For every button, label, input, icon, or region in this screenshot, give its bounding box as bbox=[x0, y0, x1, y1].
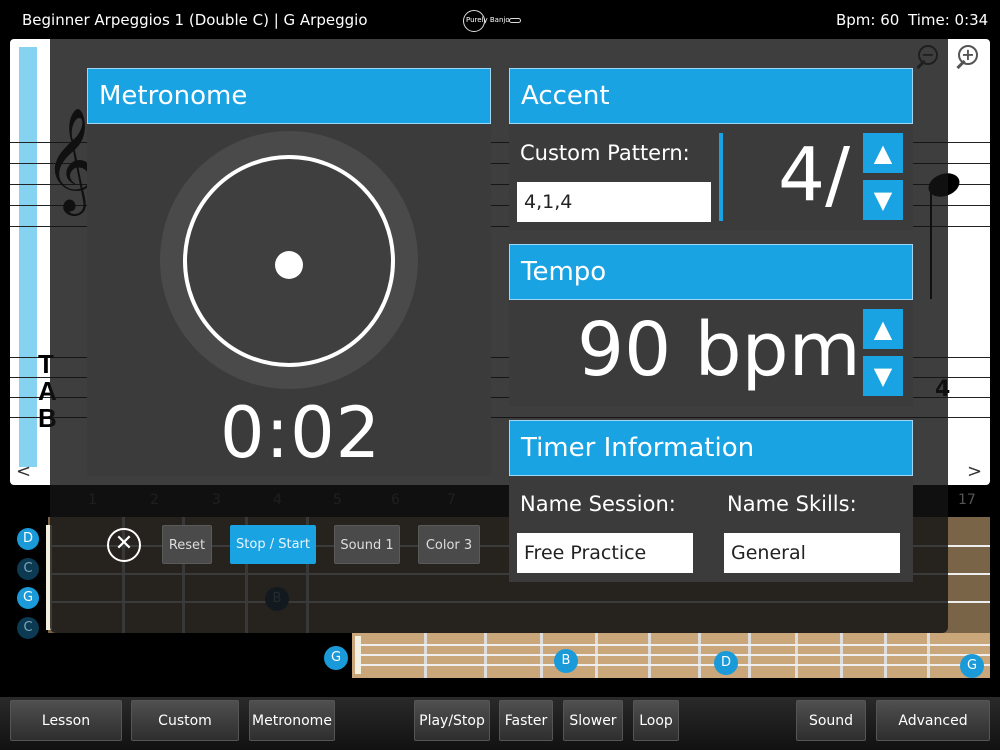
skills-name-input[interactable]: General bbox=[724, 533, 900, 573]
top-bar: Beginner Arpeggios 1 (Double C) | G Arpe… bbox=[0, 0, 1000, 42]
sound-button[interactable]: Sound bbox=[796, 700, 866, 741]
accent-divider bbox=[719, 133, 723, 221]
logo-text: Purely Banjo bbox=[466, 16, 510, 24]
play-stop-button[interactable]: Play/Stop bbox=[414, 700, 490, 741]
bottom-toolbar: Lesson Selector Custom Lesson Metronome … bbox=[0, 697, 1000, 750]
string-label-c[interactable]: C bbox=[17, 617, 39, 639]
beat-indicator-dot bbox=[275, 251, 303, 279]
timer-info-header: Timer Information bbox=[509, 420, 913, 476]
accent-down-button[interactable]: ▼ bbox=[863, 180, 903, 220]
accent-beats: 4/ bbox=[778, 132, 851, 218]
app-root: { "topbar": { "lesson_title": "Beginner … bbox=[0, 0, 1000, 750]
color3-button[interactable]: Color 3 bbox=[418, 525, 480, 564]
slower-button[interactable]: Slower bbox=[563, 700, 623, 741]
string-label-c[interactable]: C bbox=[17, 558, 39, 580]
reset-button[interactable]: Reset bbox=[162, 525, 212, 564]
tab-position-bar[interactable] bbox=[19, 47, 37, 467]
faster-button[interactable]: Faster bbox=[499, 700, 553, 741]
fret-number: 17 bbox=[958, 492, 976, 508]
advanced-button[interactable]: Advanced bbox=[876, 700, 990, 741]
stop-start-button[interactable]: Stop / Start bbox=[230, 525, 316, 564]
string-label-g[interactable]: G bbox=[17, 587, 39, 609]
scroll-right-icon[interactable]: > bbox=[967, 461, 982, 482]
metronome-header: Metronome bbox=[87, 68, 491, 124]
loop-button[interactable]: Loop bbox=[633, 700, 679, 741]
sound1-button[interactable]: Sound 1 bbox=[334, 525, 400, 564]
string bbox=[355, 664, 990, 666]
lesson-selector-button[interactable]: Lesson Selector bbox=[10, 700, 122, 741]
note-marker: G bbox=[960, 654, 984, 678]
tempo-header: Tempo bbox=[509, 244, 913, 300]
tempo-value: 90 bpm bbox=[577, 307, 861, 393]
note-marker: B bbox=[554, 649, 578, 673]
string-label-d[interactable]: D bbox=[17, 528, 39, 550]
custom-lesson-button[interactable]: Custom Lesson bbox=[131, 700, 239, 741]
logo-tail-icon bbox=[509, 18, 521, 23]
zoom-in-icon[interactable]: + bbox=[956, 43, 984, 71]
bpm-readout: Bpm: 60 bbox=[836, 11, 900, 29]
scroll-left-icon[interactable]: < bbox=[16, 461, 31, 482]
string bbox=[355, 654, 990, 656]
close-icon[interactable]: ✕ bbox=[107, 528, 141, 562]
name-session-label: Name Session: bbox=[520, 492, 676, 516]
elapsed-time: 0:02 bbox=[220, 392, 382, 474]
note-marker: D bbox=[714, 651, 738, 675]
lesson-title: Beginner Arpeggios 1 (Double C) | G Arpe… bbox=[22, 11, 368, 29]
custom-pattern-input[interactable]: 4,1,4 bbox=[517, 182, 711, 222]
session-name-input[interactable]: Free Practice bbox=[517, 533, 693, 573]
time-readout: Time: 0:34 bbox=[908, 11, 989, 29]
custom-pattern-label: Custom Pattern: bbox=[520, 141, 690, 165]
accent-up-button[interactable]: ▲ bbox=[863, 133, 903, 173]
tempo-down-button[interactable]: ▼ bbox=[863, 356, 903, 396]
string bbox=[355, 644, 990, 646]
tempo-up-button[interactable]: ▲ bbox=[863, 309, 903, 349]
note-marker: G bbox=[324, 646, 348, 670]
accent-header: Accent bbox=[509, 68, 913, 124]
metronome-button[interactable]: Metronome bbox=[249, 700, 335, 741]
name-skills-label: Name Skills: bbox=[727, 492, 857, 516]
